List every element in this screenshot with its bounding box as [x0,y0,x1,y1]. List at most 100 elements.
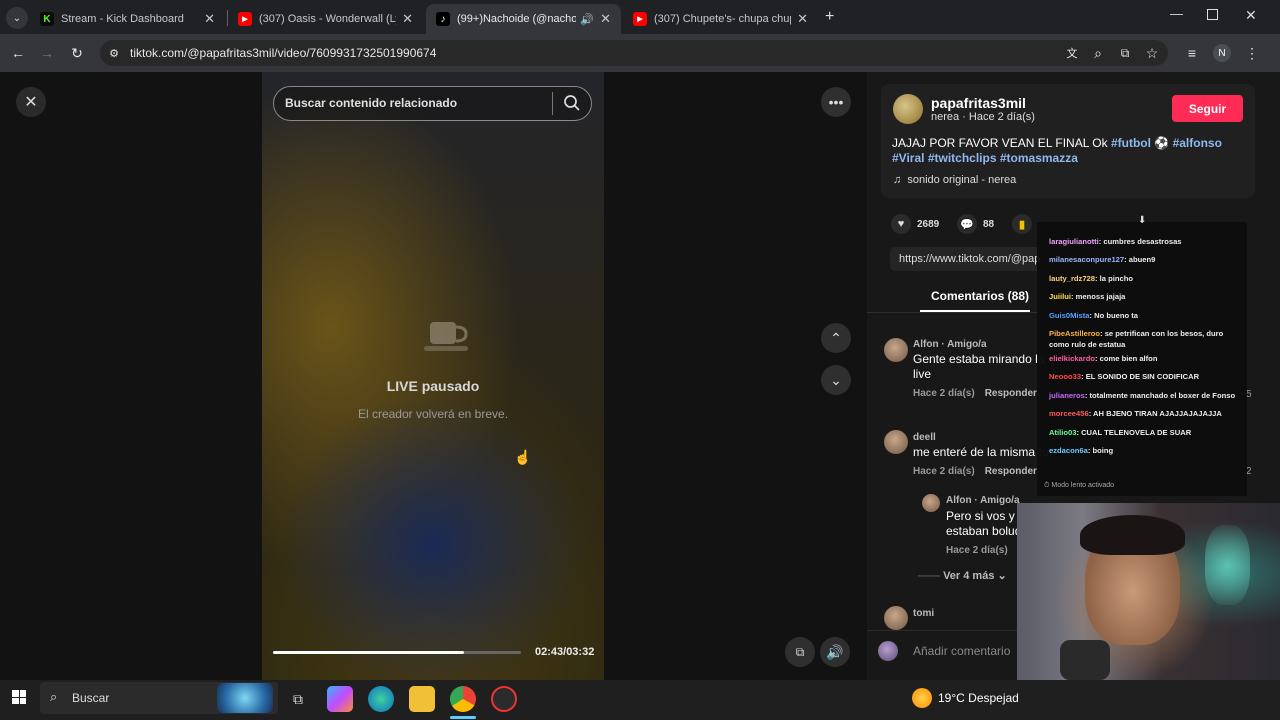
volume-icon[interactable]: 🔊 [820,637,850,667]
chat-username[interactable]: ezdacon6a [1049,446,1088,455]
music-note-icon: ♫ [893,174,902,186]
chat-username[interactable]: milanesaconpure127 [1049,255,1124,264]
save-button[interactable]: ▮ [1012,214,1038,234]
commenter-avatar[interactable] [922,494,940,512]
reply-button[interactable]: Responder [985,388,1037,399]
install-app-icon[interactable]: ⧉ [1115,43,1135,63]
pip-button[interactable]: ⧉ [785,637,815,667]
tiktok-icon: ♪ [436,12,450,26]
close-window-button[interactable]: ✕ [1245,7,1257,24]
copy-link-field[interactable]: https://www.tiktok.com/@pap [890,247,1040,271]
chat-username[interactable]: julianeros [1049,391,1085,400]
chat-username[interactable]: PibeAstilleroo [1049,329,1100,338]
windows-start-icon[interactable] [12,690,26,704]
tab-comments[interactable]: Comentarios (88) [931,289,1029,303]
zoom-icon[interactable]: ⌕ [1088,43,1108,63]
comment-text: Gente estaba mirando la live [913,352,1044,382]
close-video-button[interactable]: ✕ [16,87,46,117]
profile-avatar[interactable]: N [1213,44,1231,62]
copilot-icon[interactable] [327,686,353,712]
chat-filter-icon[interactable]: ⬇ [1138,215,1146,226]
active-app-indicator [450,716,476,719]
hashtag-link[interactable]: #twitchclips [928,151,997,165]
browser-menu-icon[interactable]: ⋮ [1242,43,1262,63]
live-paused-title: LIVE pausado [386,378,480,394]
mouse-cursor-icon: ☝ [514,449,532,465]
chevron-down-icon: ⌄ [997,570,1007,582]
view-more-replies[interactable]: —— Ver 4 más ⌄ [918,569,1007,582]
video-player[interactable] [262,72,604,680]
edge-icon[interactable] [368,686,394,712]
chat-username[interactable]: Juiilui [1049,292,1071,301]
author-avatar[interactable] [893,94,923,124]
search-divider [552,92,553,115]
commenter-avatar[interactable] [884,430,908,454]
chat-username[interactable]: lauty_rdz728 [1049,274,1095,283]
previous-video-button[interactable]: ⌃ [821,323,851,353]
tab-nachoide-tiktok[interactable]: ♪ (99+)Nachoide (@nachoide 🔊 ✕ [426,4,621,34]
chat-text: : cumbres desastrosas [1098,237,1182,246]
commenter-name[interactable]: Alfon · Amigo/a [946,495,1020,506]
tab-chupetes[interactable]: ▶ (307) Chupete's- chupa chupa c ✕ [623,4,818,34]
translate-icon[interactable]: 文 [1062,43,1082,63]
site-info-icon[interactable]: ⚙ [104,43,124,63]
file-explorer-icon[interactable] [409,686,435,712]
minimize-button[interactable]: — [1170,6,1183,21]
more-options-button[interactable]: ••• [821,87,851,117]
forward-icon[interactable]: → [37,43,57,63]
commenter-name[interactable]: Alfon · Amigo/a [913,339,987,350]
taskbar-search-label: Buscar [72,691,110,705]
tab-search-button[interactable]: ⌄ [6,7,28,29]
chat-username[interactable]: laragiulianotti [1049,237,1099,246]
reload-icon[interactable]: ↻ [67,43,87,63]
url-text[interactable]: tiktok.com/@papafritas3mil/video/7609931… [130,46,436,60]
author-username[interactable]: papafritas3mil [931,95,1026,111]
tab-oasis-wonderwall[interactable]: ▶ (307) Oasis - Wonderwall (Lyric ✕ [228,4,423,34]
next-video-button[interactable]: ⌄ [821,365,851,395]
chat-messages: laragiulianotti: cumbres desastrosas mila… [1049,236,1239,463]
close-tab-icon[interactable]: ✕ [797,11,808,27]
hashtag-link[interactable]: #alfonso [1173,136,1222,150]
commenter-avatar[interactable] [884,606,908,630]
commenter-avatar[interactable] [884,338,908,362]
new-tab-button[interactable]: + [825,8,834,26]
like-button[interactable]: ♥ 2689 [891,214,939,234]
hashtag-link[interactable]: #Viral [892,151,924,165]
chat-message: ezdacon6a: boing [1049,445,1239,456]
hashtag-link[interactable]: #futbol [1111,136,1151,150]
reply-button[interactable]: Responder [985,466,1037,477]
video-time: 02:43/03:32 [535,646,595,658]
progress-fill [273,651,464,654]
follow-button[interactable]: Seguir [1172,95,1243,122]
tab-title: (99+)Nachoide (@nachoide [457,13,577,25]
music-link[interactable]: ♫ sonido original - nerea [893,174,1016,186]
comment-text: Pero si vos y a estaban bolud [946,509,1025,539]
chat-username[interactable]: Neooo33 [1049,372,1081,381]
close-tab-icon[interactable]: ✕ [600,11,611,27]
bookmark-star-icon[interactable]: ☆ [1142,43,1162,63]
task-view-icon[interactable]: ⧉ [285,686,311,712]
search-icon[interactable] [562,93,582,113]
chat-username[interactable]: morcee456 [1049,409,1089,418]
back-icon[interactable]: ← [8,43,28,63]
maximize-button[interactable] [1207,9,1218,20]
media-controls-icon[interactable]: ≡ [1182,43,1202,63]
chrome-icon[interactable] [450,686,476,712]
chat-username[interactable]: Atilio03 [1049,428,1076,437]
commenter-name[interactable]: deell [913,432,936,443]
comment-button[interactable]: 💬 88 [957,214,994,234]
speaker-icon[interactable]: 🔊 [580,13,594,26]
bookmark-icon: ▮ [1012,214,1032,234]
like-count: 2689 [917,218,940,230]
chat-username[interactable]: Guis0Mista [1049,311,1090,320]
caption-text: JAJAJ POR FAVOR VEAN EL FINAL Ok [892,136,1111,150]
commenter-name[interactable]: tomi [913,608,934,619]
hashtag-link[interactable]: #tomasmazza [1000,151,1078,165]
tab-kick-dashboard[interactable]: K Stream - Kick Dashboard ✕ [30,4,225,34]
comment-text: me enteré de la misma fo [913,445,1049,459]
comment-input[interactable]: Añadir comentario [913,644,1010,658]
close-tab-icon[interactable]: ✕ [204,11,215,27]
close-tab-icon[interactable]: ✕ [402,11,413,27]
chat-username[interactable]: elielkickardo [1049,354,1095,363]
obs-icon[interactable] [491,686,517,712]
